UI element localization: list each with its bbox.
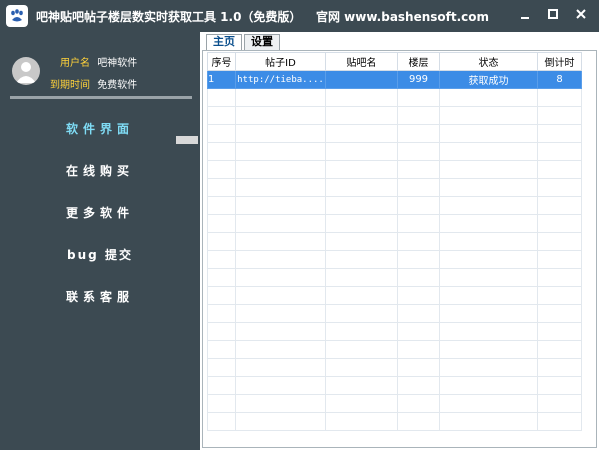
col-header-floor[interactable]: 楼层 bbox=[397, 52, 440, 71]
empty-row bbox=[207, 394, 582, 413]
empty-row bbox=[207, 106, 582, 125]
col-header-status[interactable]: 状态 bbox=[439, 52, 538, 71]
paw-icon bbox=[6, 5, 28, 27]
col-header-bar-name[interactable]: 贴吧名 bbox=[325, 52, 398, 71]
tab-settings[interactable]: 设置 bbox=[244, 34, 280, 50]
cell-floor: 999 bbox=[397, 70, 440, 89]
table-header-row: 序号 帖子ID 贴吧名 楼层 状态 倒计时 bbox=[207, 52, 582, 71]
cell-post-id: http://tieba.... bbox=[235, 70, 326, 89]
empty-row bbox=[207, 358, 582, 377]
sidebar: 用户名 吧神软件 到期时间 免费软件 软件界面 在线购买 更多软件 bug 提交… bbox=[0, 32, 200, 450]
expire-row: 到期时间 免费软件 bbox=[50, 76, 137, 91]
tab-home[interactable]: 主页 bbox=[206, 34, 242, 50]
cell-bar-name bbox=[325, 70, 398, 89]
empty-row bbox=[207, 124, 582, 143]
empty-row bbox=[207, 268, 582, 287]
empty-row bbox=[207, 322, 582, 341]
tab-strip: 主页 设置 bbox=[200, 32, 599, 50]
website-label[interactable]: 官网 www.bashensoft.com bbox=[316, 8, 489, 25]
empty-row bbox=[207, 88, 582, 107]
empty-row bbox=[207, 142, 582, 161]
posts-table: 序号 帖子ID 贴吧名 楼层 状态 倒计时 1 http://tieba....… bbox=[207, 52, 582, 431]
app-window: 吧神贴吧帖子楼层数实时获取工具 1.0（免费版） 官网 www.bashenso… bbox=[0, 0, 599, 450]
nav-item-support[interactable]: 联系客服 bbox=[0, 288, 200, 305]
title-bar[interactable]: 吧神贴吧帖子楼层数实时获取工具 1.0（免费版） 官网 www.bashenso… bbox=[0, 0, 599, 32]
empty-row bbox=[207, 412, 582, 431]
empty-row bbox=[207, 376, 582, 395]
table-row[interactable]: 1 http://tieba.... 999 获取成功 8 bbox=[207, 70, 582, 89]
username-label: 用户名 bbox=[60, 58, 90, 69]
expire-value: 免费软件 bbox=[97, 80, 138, 91]
username-value: 吧神软件 bbox=[97, 58, 138, 69]
nav-item-more[interactable]: 更多软件 bbox=[0, 204, 200, 221]
user-avatar-icon bbox=[12, 57, 40, 85]
empty-row bbox=[207, 304, 582, 323]
close-icon[interactable] bbox=[572, 8, 590, 24]
tab-content: 序号 帖子ID 贴吧名 楼层 状态 倒计时 1 http://tieba....… bbox=[202, 50, 597, 448]
col-header-index[interactable]: 序号 bbox=[207, 52, 236, 71]
cell-status: 获取成功 bbox=[439, 70, 538, 89]
col-header-countdown[interactable]: 倒计时 bbox=[537, 52, 582, 71]
cell-countdown: 8 bbox=[537, 70, 582, 89]
nav-item-buy[interactable]: 在线购买 bbox=[0, 162, 200, 179]
cell-index: 1 bbox=[207, 70, 236, 89]
minimize-icon[interactable] bbox=[516, 8, 534, 24]
nav-item-bug[interactable]: bug 提交 bbox=[0, 246, 200, 263]
expire-label: 到期时间 bbox=[50, 80, 90, 91]
maximize-icon[interactable] bbox=[544, 8, 562, 24]
empty-row bbox=[207, 340, 582, 359]
nav-item-software[interactable]: 软件界面 bbox=[0, 120, 200, 137]
empty-row bbox=[207, 286, 582, 305]
empty-row bbox=[207, 232, 582, 251]
main-panel: 主页 设置 序号 帖子ID 贴吧名 楼层 状态 倒计时 1 http://tie… bbox=[200, 32, 599, 450]
empty-row bbox=[207, 178, 582, 197]
empty-row bbox=[207, 196, 582, 215]
col-header-post-id[interactable]: 帖子ID bbox=[235, 52, 326, 71]
collapse-handle[interactable] bbox=[176, 136, 198, 144]
empty-row bbox=[207, 250, 582, 269]
username-row: 用户名 吧神软件 bbox=[60, 54, 137, 69]
window-title: 吧神贴吧帖子楼层数实时获取工具 1.0（免费版） bbox=[36, 10, 302, 24]
empty-row bbox=[207, 214, 582, 233]
empty-row bbox=[207, 160, 582, 179]
sidebar-divider bbox=[10, 96, 192, 99]
